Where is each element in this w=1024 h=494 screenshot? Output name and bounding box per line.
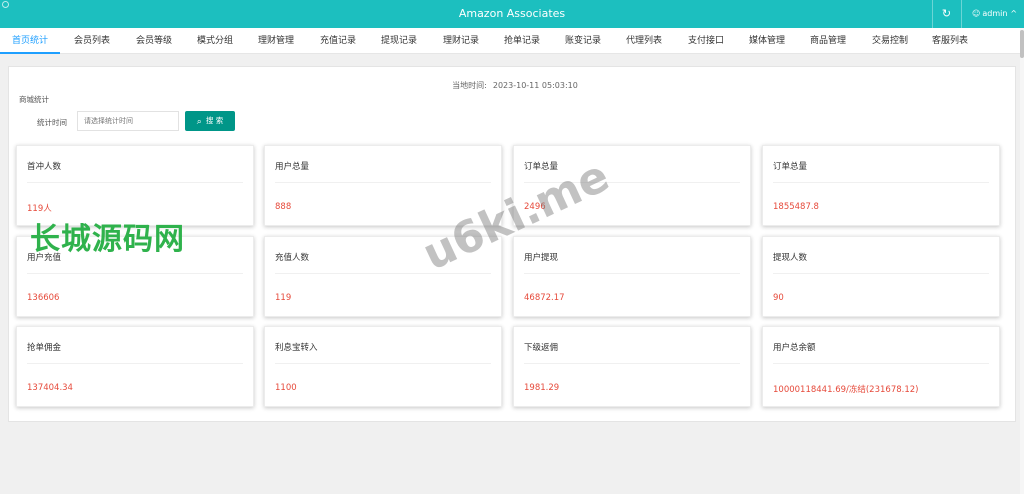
stat-card: 订单总量 1855487.8 (762, 145, 1000, 226)
stat-value: 119 (275, 293, 292, 303)
user-name: admin (982, 9, 1008, 18)
tab-mode-groups[interactable]: 模式分组 (185, 28, 245, 54)
tab-finance-mgmt[interactable]: 理财管理 (246, 28, 306, 54)
stat-card: 用户总余额 10000118441.69/冻结(231678.12) (762, 326, 1000, 407)
stat-value: 137404.34 (27, 383, 73, 393)
divider (27, 182, 243, 183)
user-icon: ☺ (972, 9, 981, 18)
divider (275, 273, 491, 274)
filter-label: 统计时间 (37, 118, 67, 127)
tab-account-changes[interactable]: 账变记录 (553, 28, 613, 54)
search-button[interactable]: ⌕ 搜 索 (185, 111, 235, 131)
divider (524, 273, 740, 274)
tab-bar: 首页统计 会员列表 会员等级 模式分组 理财管理 充值记录 提现记录 理财记录 … (0, 28, 1020, 54)
divider (27, 363, 243, 364)
tab-member-levels[interactable]: 会员等级 (124, 28, 184, 54)
stat-label: 充值人数 (275, 253, 310, 263)
top-header: Amazon Associates ↻ ☺ admin ^ (0, 0, 1024, 28)
divider (773, 273, 989, 274)
stat-card: 提现人数 90 (762, 236, 1000, 317)
stats-time-input[interactable] (77, 111, 179, 131)
stat-label: 下级返佣 (524, 343, 559, 353)
chevron-up-icon: ^ (1010, 9, 1018, 18)
stat-label: 利息宝转入 (275, 343, 318, 353)
stat-label: 用户提现 (524, 253, 559, 263)
tab-recharge-records[interactable]: 充值记录 (308, 28, 368, 54)
tab-finance-records[interactable]: 理财记录 (431, 28, 491, 54)
tab-payment-api[interactable]: 支付接口 (676, 28, 736, 54)
stat-value: 1981.29 (524, 383, 560, 393)
stat-value: 1855487.8 (773, 202, 819, 212)
tab-withdraw-records[interactable]: 提现记录 (369, 28, 429, 54)
stat-value: 119人 (27, 204, 52, 214)
stat-label: 订单总量 (773, 162, 808, 172)
stat-card: 利息宝转入 1100 (264, 326, 502, 407)
stat-value: 136606 (27, 293, 60, 303)
user-menu[interactable]: ☺ admin ^ (961, 0, 1024, 28)
watermark-logo: 长城源码网 (30, 222, 185, 257)
divider (773, 363, 989, 364)
stat-value: 90 (773, 293, 784, 303)
local-time-label: 当地时间: (452, 81, 487, 90)
scrollbar-track[interactable] (1020, 28, 1024, 494)
refresh-icon: ↻ (941, 7, 952, 20)
stat-card: 用户提现 46872.17 (513, 236, 751, 317)
divider (275, 182, 491, 183)
tab-members[interactable]: 会员列表 (62, 28, 122, 54)
stat-card: 抢单佣金 137404.34 (16, 326, 254, 407)
local-time-value: 2023-10-11 05:03:10 (492, 81, 578, 90)
stat-label: 用户总余额 (773, 343, 816, 353)
search-icon: ⌕ (196, 117, 202, 127)
stat-label: 首冲人数 (27, 162, 62, 172)
stat-value: 46872.17 (524, 293, 565, 303)
tab-media-mgmt[interactable]: 媒体管理 (737, 28, 797, 54)
stat-value: 888 (275, 202, 292, 212)
refresh-button[interactable]: ↻ (932, 0, 960, 28)
stat-label: 提现人数 (773, 253, 808, 263)
stat-value: 10000118441.69/冻结(231678.12) (773, 385, 919, 395)
app-title: Amazon Associates (458, 7, 566, 20)
local-time: 当地时间: 2023-10-11 05:03:10 (9, 80, 1015, 91)
divider (524, 363, 740, 364)
stat-value: 1100 (275, 383, 297, 393)
stat-label: 用户总量 (275, 162, 310, 172)
tab-product-mgmt[interactable]: 商品管理 (798, 28, 858, 54)
tab-grab-records[interactable]: 抢单记录 (492, 28, 552, 54)
stat-label: 抢单佣金 (27, 343, 62, 353)
tab-support-list[interactable]: 客服列表 (920, 28, 980, 54)
divider (275, 363, 491, 364)
tab-agents[interactable]: 代理列表 (614, 28, 674, 54)
section-title: 商城统计 (19, 95, 49, 104)
divider (773, 182, 989, 183)
tab-home-stats[interactable]: 首页统计 (0, 28, 60, 54)
tab-trade-control[interactable]: 交易控制 (860, 28, 920, 54)
search-button-label: 搜 索 (205, 116, 224, 125)
stat-card: 下级返佣 1981.29 (513, 326, 751, 407)
scrollbar-thumb[interactable] (1020, 30, 1024, 58)
divider (27, 273, 243, 274)
